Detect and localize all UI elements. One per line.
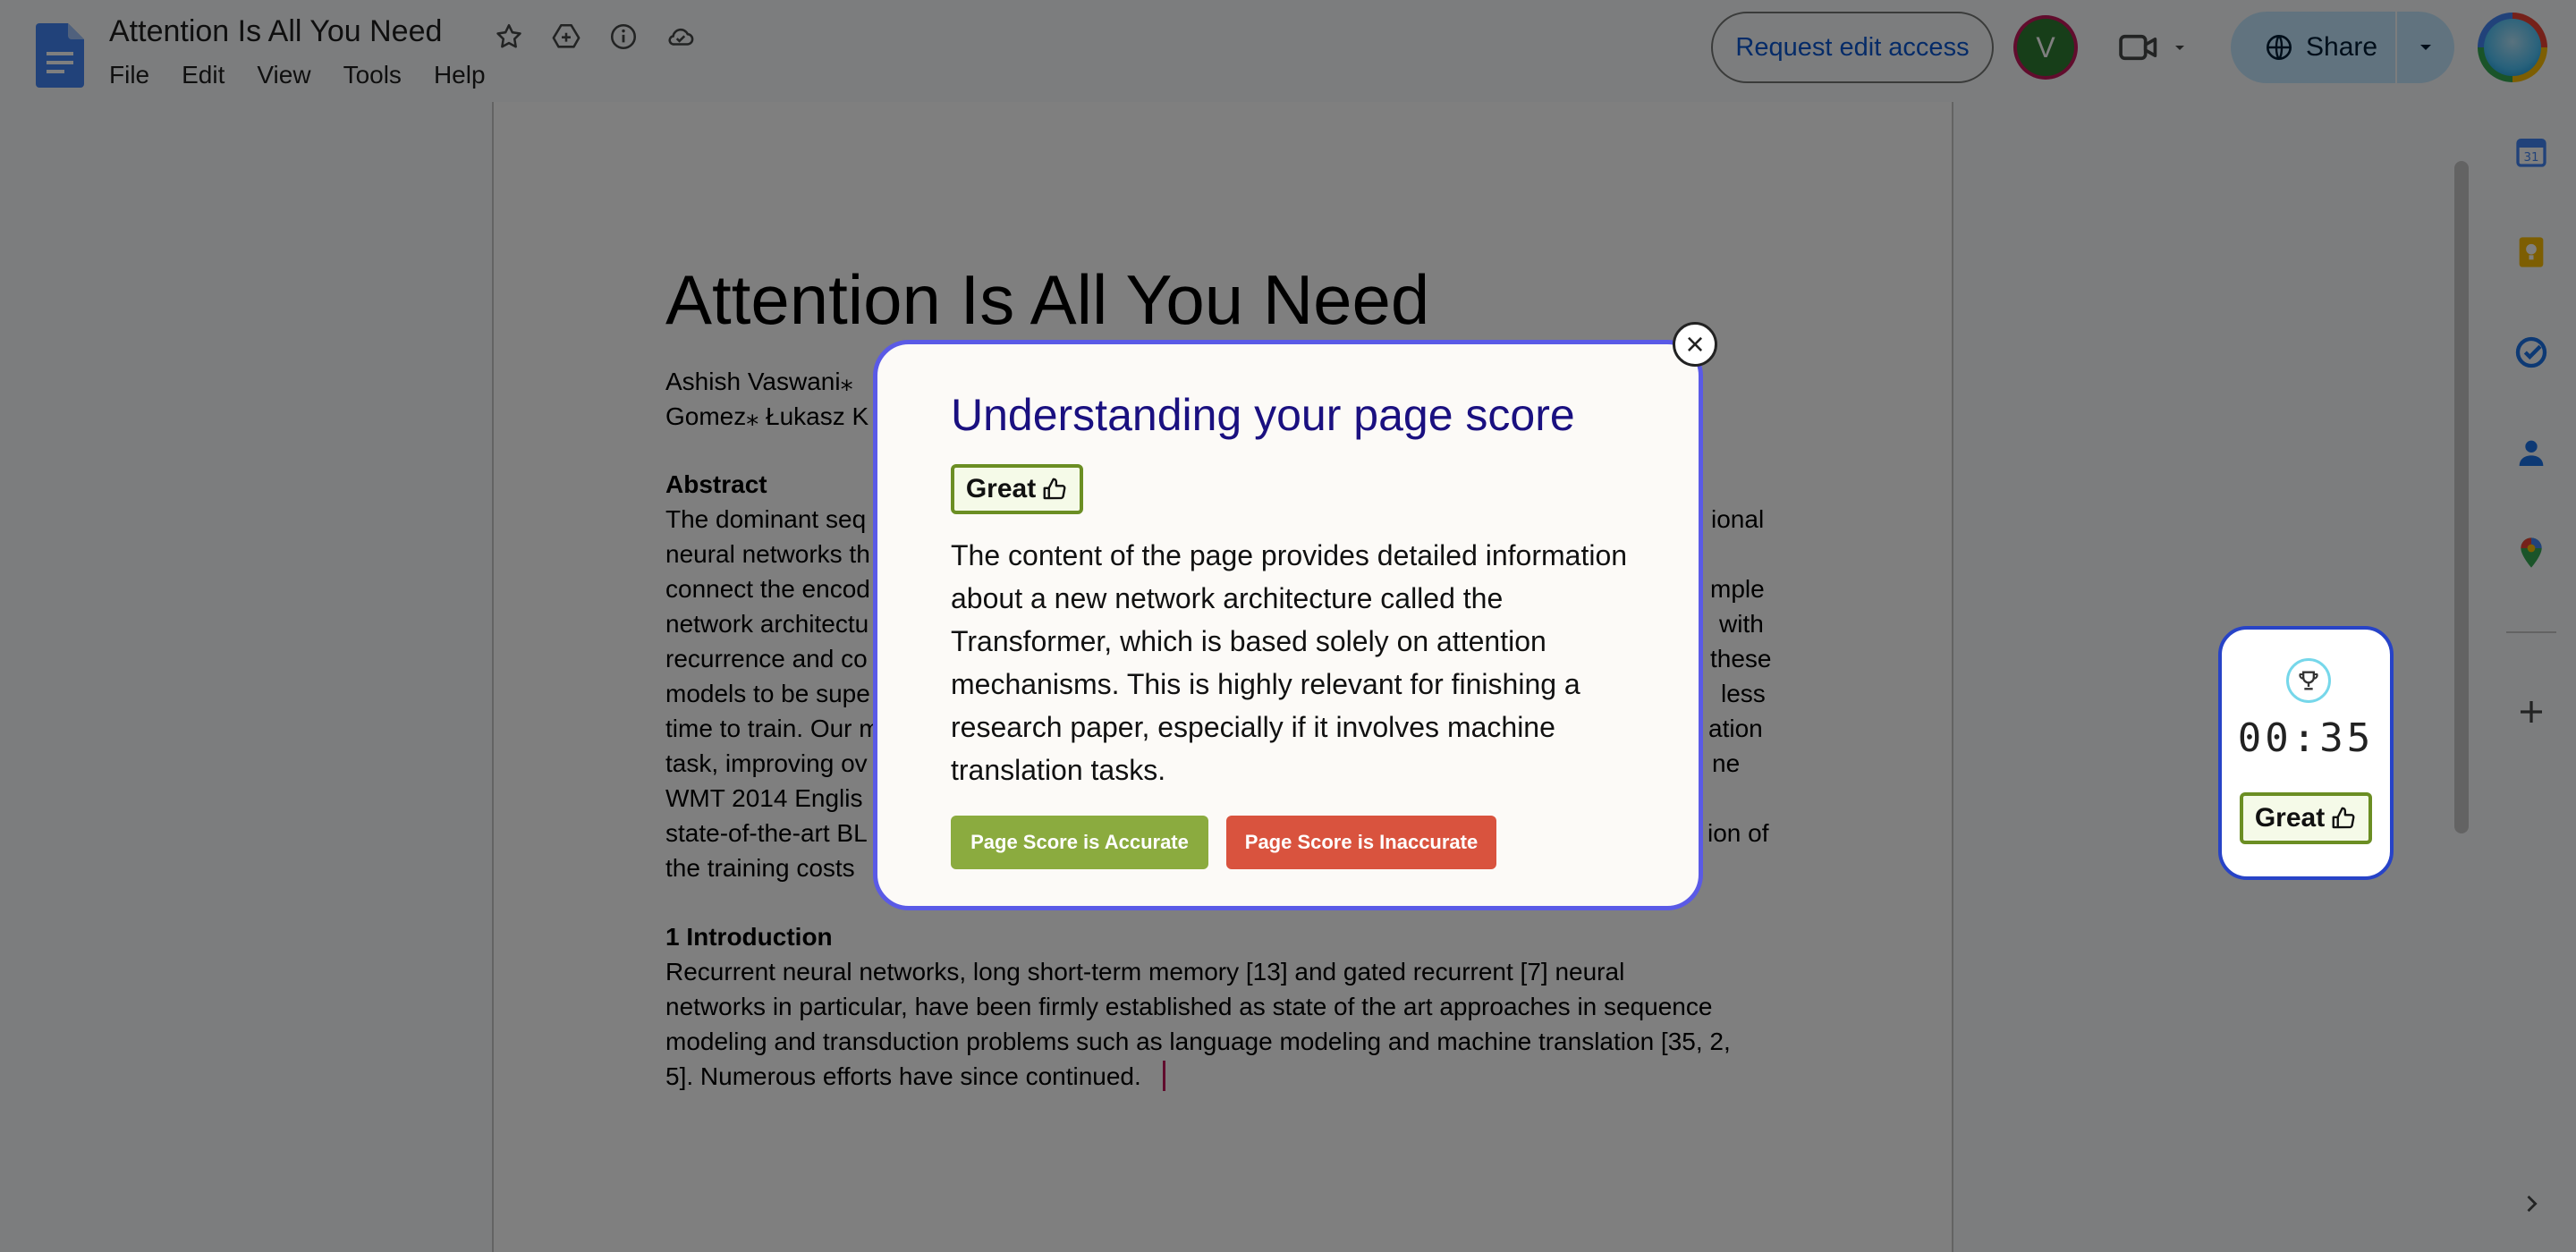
widget-score-label: Great	[2254, 803, 2326, 833]
widget-score-badge: Great	[2240, 792, 2372, 844]
session-timer: 00:35	[2237, 715, 2375, 761]
dialog-description: The content of the page provides detaile…	[951, 539, 1628, 786]
thumbs-up-icon	[2332, 807, 2355, 829]
page-score-inaccurate-button[interactable]: Page Score is Inaccurate	[1226, 816, 1496, 869]
dialog-title: Understanding your page score	[951, 390, 1575, 440]
dialog-score-label: Great	[965, 474, 1037, 503]
thumbs-up-icon	[1043, 478, 1066, 500]
page-score-widget[interactable]: 00:35 Great	[2218, 626, 2394, 880]
trophy-icon	[2286, 658, 2331, 703]
close-icon[interactable]: ×	[1673, 322, 1717, 367]
dialog-score-badge: Great	[951, 464, 1083, 514]
page-score-accurate-button[interactable]: Page Score is Accurate	[951, 816, 1208, 869]
page-score-dialog: Understanding your page score Great The …	[873, 340, 1703, 910]
